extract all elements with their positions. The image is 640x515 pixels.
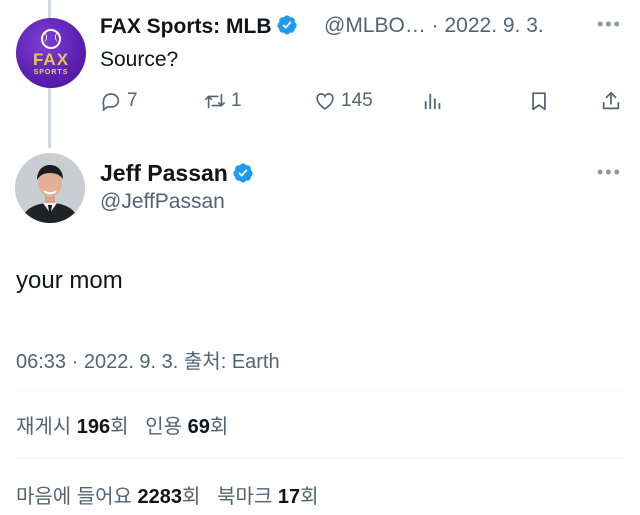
retweets-label: 재게시 [16,416,72,438]
tweet-timestamp-source[interactable]: 06:33 · 2022. 9. 3. 출처: Earth [16,345,280,374]
retweet-icon [205,93,225,109]
retweet-count: 1 [231,90,242,111]
retweets-count: 196 [76,416,111,438]
retweet-button[interactable]: 1 [204,90,242,112]
engagement-stats-row-2: 마음에 들어요 2283회 북마크 17회 [16,480,319,509]
profile-photo-icon [15,153,85,223]
main-author-name[interactable]: Jeff Passan [100,160,254,190]
bookmarks-unit: 회 [300,486,319,508]
retweets-unit: 회 [110,416,129,438]
retweets-stat[interactable]: 재게시 196회 [16,416,129,438]
likes-count: 2283 [137,486,183,508]
verified-badge-icon [276,14,298,42]
reply-author-name-text: FAX Sports: MLB [100,15,272,38]
bookmarks-label: 북마크 [217,486,273,508]
heart-icon [316,93,334,110]
like-count: 145 [341,90,373,111]
like-button[interactable]: 145 [314,90,373,112]
bookmarks-stat[interactable]: 북마크 17회 [217,486,318,508]
quotes-count: 69 [187,416,210,438]
jeff-passan-avatar[interactable] [15,153,85,223]
main-more-options-icon[interactable]: ••• [597,162,622,183]
reply-handle-date[interactable]: @MLBO… · 2022. 9. 3. [324,14,544,38]
divider [16,390,624,391]
quotes-stat[interactable]: 인용 69회 [145,416,228,438]
likes-stat[interactable]: 마음에 들어요 2283회 [16,486,200,508]
reply-button[interactable]: 7 [100,90,138,112]
reply-author-name[interactable]: FAX Sports: MLB [100,14,298,42]
likes-unit: 회 [182,486,201,508]
quotes-unit: 회 [209,416,229,438]
reply-more-options-icon[interactable]: ••• [597,14,622,35]
baseball-icon [41,29,61,49]
share-icon [602,91,620,110]
reply-count: 7 [127,90,138,111]
share-button[interactable] [600,90,622,112]
main-author-handle[interactable]: @JeffPassan [100,190,225,214]
views-button[interactable] [422,90,444,112]
divider [16,458,624,459]
bookmark-icon [532,92,546,111]
quotes-label: 인용 [145,416,183,438]
bookmark-button[interactable] [528,90,550,112]
main-tweet-text: your mom [16,267,123,294]
reply-tweet-text: Source? [100,48,179,71]
fax-sports-avatar[interactable]: FAX SPORTS [16,18,86,88]
bookmarks-count: 17 [277,486,301,508]
engagement-stats-row-1: 재게시 196회 인용 69회 [16,410,228,439]
avatar-logo-subtext: SPORTS [33,69,69,76]
main-author-name-text: Jeff Passan [100,160,228,186]
avatar-logo-text: FAX [32,50,70,69]
analytics-icon [424,93,441,110]
verified-badge-icon [232,162,254,190]
reply-icon [102,93,120,112]
likes-label: 마음에 들어요 [16,486,132,508]
